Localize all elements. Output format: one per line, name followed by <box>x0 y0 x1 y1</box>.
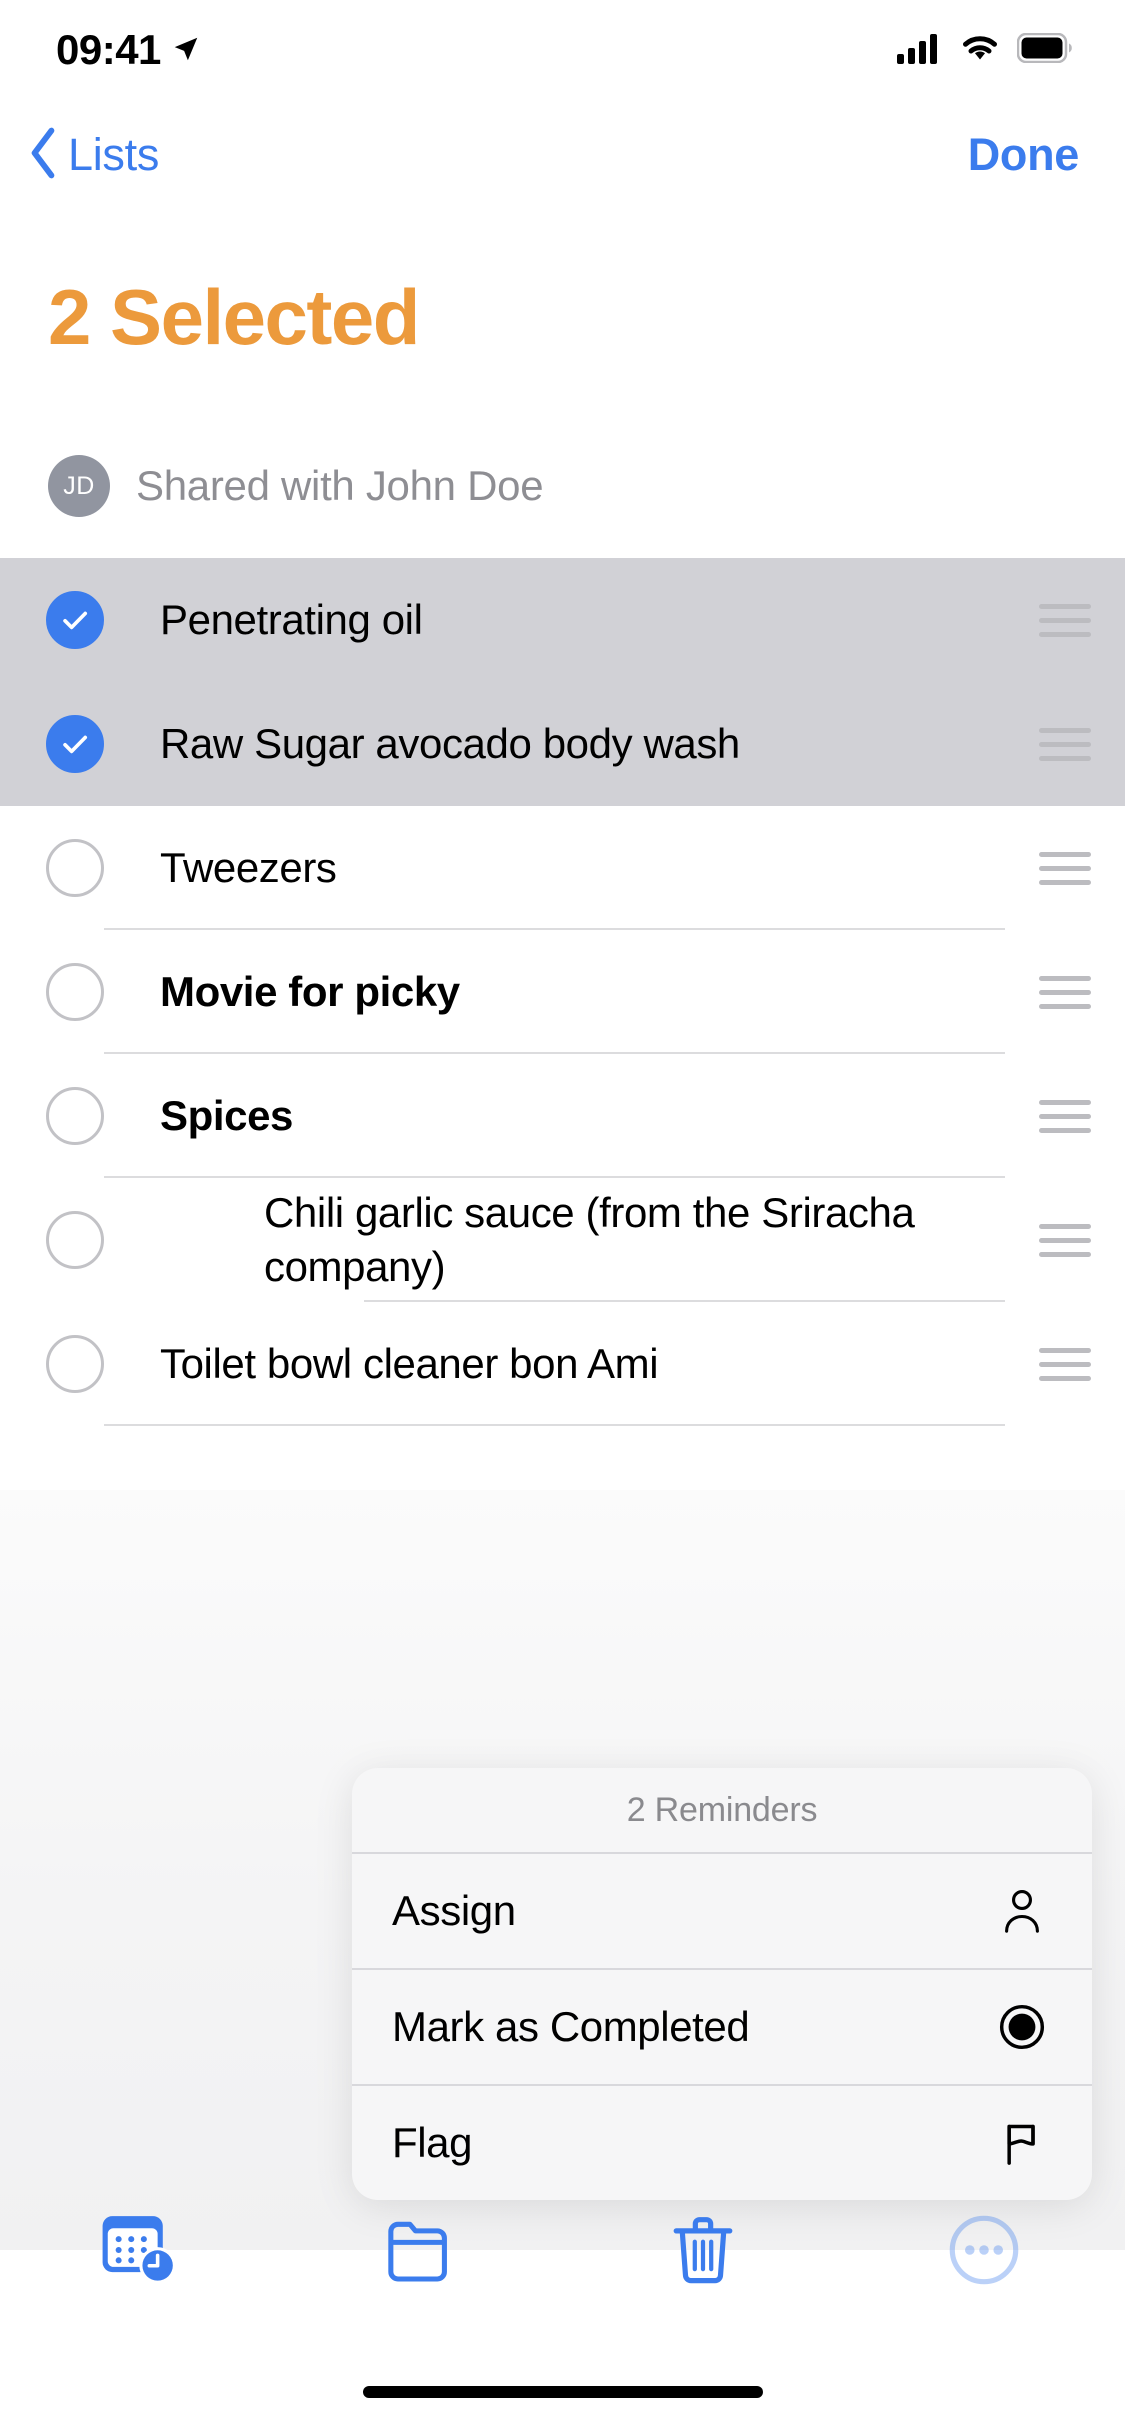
filled-circle-icon <box>992 2004 1052 2050</box>
move-to-folder-button[interactable] <box>281 2209 562 2296</box>
page-title: 2 Selected <box>48 273 420 361</box>
reminder-row[interactable]: Toilet bowl cleaner bon Ami <box>0 1302 1125 1426</box>
reminder-checkbox-checked[interactable] <box>46 715 104 773</box>
action-sheet-item-mark-as-completed[interactable]: Mark as Completed <box>352 1970 1092 2084</box>
reminder-title: Movie for picky <box>160 968 460 1016</box>
reminder-title: Penetrating oil <box>160 596 423 644</box>
action-sheet: 2 Reminders Assign Mark as Completed Fla… <box>352 1768 1092 2200</box>
back-button-label: Lists <box>68 129 160 180</box>
reminder-title: Tweezers <box>160 844 337 892</box>
status-bar: 09:41 <box>0 0 1125 100</box>
drag-handle-icon[interactable] <box>1005 1223 1125 1257</box>
row-separator <box>104 1424 1005 1426</box>
action-sheet-item-assign[interactable]: Assign <box>352 1854 1092 1968</box>
drag-handle-icon[interactable] <box>1005 975 1125 1009</box>
home-indicator <box>362 2386 763 2398</box>
reminder-checkbox[interactable] <box>46 1335 104 1393</box>
more-button[interactable] <box>844 2209 1125 2296</box>
reminder-row-body[interactable]: Movie for picky <box>104 930 1005 1054</box>
drag-handle-icon[interactable] <box>1005 1099 1125 1133</box>
reminder-row[interactable]: Spices <box>0 1054 1125 1178</box>
checkmark-icon <box>63 611 88 630</box>
action-sheet-item-label: Flag <box>392 2119 473 2166</box>
cellular-signal-icon <box>897 32 943 69</box>
flag-icon <box>992 2119 1052 2167</box>
reminder-title: Chili garlic sauce (from the Sriracha co… <box>264 1189 915 1290</box>
action-sheet-item-label: Mark as Completed <box>392 2003 750 2050</box>
action-sheet-item-label: Assign <box>392 1887 516 1934</box>
reminder-row-body[interactable]: Spices <box>104 1054 1005 1178</box>
avatar: JD <box>48 455 110 517</box>
reminder-row-body[interactable]: Tweezers <box>104 806 1005 930</box>
drag-handle-icon[interactable] <box>1005 1347 1125 1381</box>
reminder-title: Raw Sugar avocado body wash <box>160 720 740 768</box>
reminder-checkbox[interactable] <box>46 839 104 897</box>
reminder-title: Toilet bowl cleaner bon Ami <box>160 1340 659 1388</box>
reminder-row[interactable]: Chili garlic sauce (from the Sriracha co… <box>0 1178 1125 1302</box>
reminder-row[interactable]: Tweezers <box>0 806 1125 930</box>
person-icon <box>992 1887 1052 1935</box>
reminder-checkbox[interactable] <box>46 1211 104 1269</box>
status-bar-time: 09:41 <box>56 26 161 73</box>
drag-handle-icon[interactable] <box>1005 727 1125 761</box>
delete-button[interactable] <box>563 2209 844 2296</box>
reminder-row[interactable]: Movie for picky <box>0 930 1125 1054</box>
calendar-clock-icon <box>98 2207 184 2298</box>
drag-handle-icon[interactable] <box>1005 603 1125 637</box>
reminder-row-body[interactable]: Toilet bowl cleaner bon Ami <box>104 1302 1005 1426</box>
status-bar-right <box>897 32 1073 69</box>
trash-icon <box>662 2209 744 2296</box>
reminder-checkbox-checked[interactable] <box>46 591 104 649</box>
status-bar-left: 09:41 <box>56 26 201 74</box>
shared-with-label: Shared with John Doe <box>136 462 544 509</box>
reminder-checkbox[interactable] <box>46 1087 104 1145</box>
drag-handle-icon[interactable] <box>1005 851 1125 885</box>
reminder-title: Spices <box>160 1092 294 1140</box>
wifi-icon <box>959 32 1001 69</box>
avatar-initials: JD <box>63 471 95 500</box>
done-button[interactable]: Done <box>968 129 1080 181</box>
ellipsis-circle-icon <box>943 2209 1025 2296</box>
reminder-row[interactable]: Penetrating oil <box>0 558 1125 682</box>
reminder-checkbox[interactable] <box>46 963 104 1021</box>
navigation-bar: Lists Done <box>0 100 1125 210</box>
action-sheet-item-flag[interactable]: Flag <box>352 2086 1092 2200</box>
reminder-row-body[interactable]: Penetrating oil <box>104 558 1005 682</box>
action-sheet-title: 2 Reminders <box>626 1790 818 1829</box>
reminder-list: Penetrating oil Raw Sugar avocado body wa… <box>0 558 1125 1426</box>
back-to-lists-button[interactable]: Lists <box>26 125 159 186</box>
reminder-row-body[interactable]: Raw Sugar avocado body wash <box>104 682 1005 806</box>
bottom-toolbar <box>0 2186 1125 2318</box>
reminder-row-body[interactable]: Chili garlic sauce (from the Sriracha co… <box>104 1178 1005 1302</box>
chevron-left-icon <box>26 125 60 186</box>
checkmark-icon <box>63 735 88 754</box>
location-arrow-icon <box>171 26 201 74</box>
reminder-row[interactable]: Raw Sugar avocado body wash <box>0 682 1125 806</box>
battery-full-icon <box>1016 32 1073 68</box>
shared-with-row[interactable]: JD Shared with John Doe <box>48 455 544 517</box>
folder-icon <box>381 2209 463 2296</box>
reminders-app-screen: 09:41 Lists Done 2 Selected JD Shared wi… <box>0 0 1125 2436</box>
date-time-button[interactable] <box>0 2207 281 2298</box>
